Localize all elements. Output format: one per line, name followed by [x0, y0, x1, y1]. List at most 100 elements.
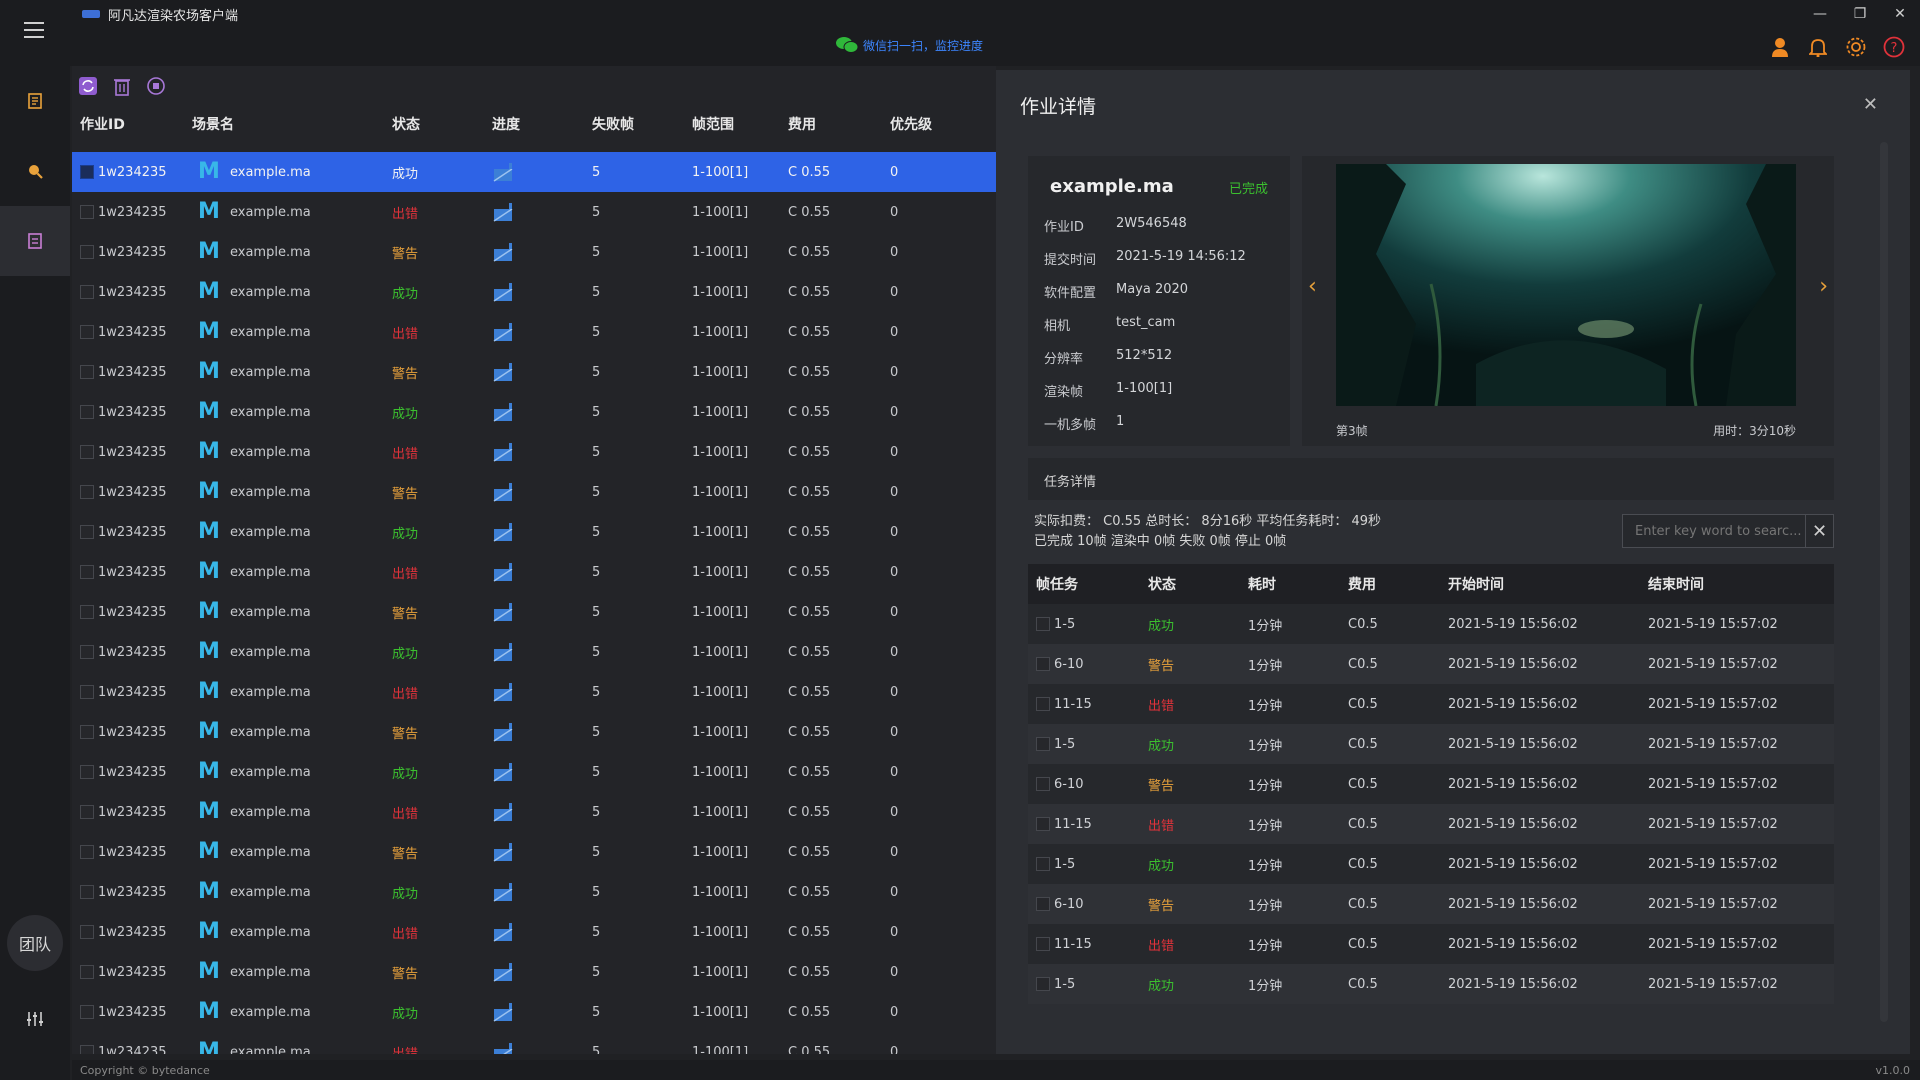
table-row[interactable]: 1w234235 Mexample.ma 成功 5 1-100[1] C 0.55 0 — [72, 272, 996, 312]
row-checkbox[interactable] — [80, 925, 94, 939]
task-checkbox[interactable] — [1036, 737, 1050, 751]
minimize-icon[interactable]: — — [1800, 0, 1840, 28]
task-checkbox[interactable] — [1036, 817, 1050, 831]
task-row[interactable]: 1-5 成功 1分钟 C0.5 2021-5-19 15:56:02 2021-5-19 … — [1028, 844, 1834, 884]
task-checkbox[interactable] — [1036, 697, 1050, 711]
row-checkbox[interactable] — [80, 165, 94, 179]
col-scene[interactable]: 场景名 — [192, 114, 392, 134]
row-checkbox[interactable] — [80, 485, 94, 499]
col-cost[interactable]: 费用 — [788, 114, 890, 134]
table-row[interactable]: 1w234235 Mexample.ma 警告 5 1-100[1] C 0.55 0 — [72, 592, 996, 632]
row-checkbox[interactable] — [80, 285, 94, 299]
table-row[interactable]: 1w234235 Mexample.ma 成功 5 1-100[1] C 0.55 0 — [72, 992, 996, 1032]
row-checkbox[interactable] — [80, 685, 94, 699]
table-row[interactable]: 1w234235 Mexample.ma 出错 5 1-100[1] C 0.55 0 — [72, 312, 996, 352]
col-status[interactable]: 状态 — [392, 114, 492, 134]
task-row[interactable]: 1-5 成功 1分钟 C0.5 2021-5-19 15:56:02 2021-5-19 … — [1028, 964, 1834, 1004]
sidebar-item-jobs[interactable] — [0, 66, 70, 136]
table-row[interactable]: 1w234235 Mexample.ma 出错 5 1-100[1] C 0.55 0 — [72, 912, 996, 952]
col-end-time[interactable]: 结束时间 — [1648, 574, 1834, 594]
row-checkbox[interactable] — [80, 725, 94, 739]
col-task-cost[interactable]: 费用 — [1348, 574, 1448, 594]
col-progress[interactable]: 进度 — [492, 114, 592, 134]
row-checkbox[interactable] — [80, 205, 94, 219]
bell-icon[interactable] — [1804, 33, 1832, 61]
row-checkbox[interactable] — [80, 1005, 94, 1019]
col-failed[interactable]: 失败帧 — [592, 114, 692, 134]
task-checkbox[interactable] — [1036, 657, 1050, 671]
task-checkbox[interactable] — [1036, 617, 1050, 631]
table-row[interactable]: 1w234235 Mexample.ma 出错 5 1-100[1] C 0.55 0 — [72, 192, 996, 232]
task-row[interactable]: 1-5 成功 1分钟 C0.5 2021-5-19 15:56:02 2021-5-19 … — [1028, 604, 1834, 644]
row-checkbox[interactable] — [80, 885, 94, 899]
next-frame-icon[interactable]: › — [1819, 274, 1828, 299]
sidebar-item-search[interactable] — [0, 136, 70, 206]
prev-frame-icon[interactable]: ‹ — [1308, 274, 1317, 299]
task-checkbox[interactable] — [1036, 777, 1050, 791]
task-checkbox[interactable] — [1036, 977, 1050, 991]
row-checkbox[interactable] — [80, 805, 94, 819]
task-row[interactable]: 6-10 警告 1分钟 C0.5 2021-5-19 15:56:02 2021-5-19… — [1028, 764, 1834, 804]
hamburger-menu-icon[interactable] — [24, 22, 44, 43]
table-row[interactable]: 1w234235 Mexample.ma 出错 5 1-100[1] C 0.55 0 — [72, 1032, 996, 1054]
user-icon[interactable] — [1766, 33, 1794, 61]
row-checkbox[interactable] — [80, 765, 94, 779]
col-range[interactable]: 帧范围 — [692, 114, 788, 134]
table-row[interactable]: 1w234235 Mexample.ma 出错 5 1-100[1] C 0.55 0 — [72, 552, 996, 592]
task-row[interactable]: 6-10 警告 1分钟 C0.5 2021-5-19 15:56:02 2021-5-19… — [1028, 644, 1834, 684]
task-row[interactable]: 6-10 警告 1分钟 C0.5 2021-5-19 15:56:02 2021-5-19… — [1028, 884, 1834, 924]
table-row[interactable]: 1w234235 Mexample.ma 警告 5 1-100[1] C 0.55 0 — [72, 832, 996, 872]
sidebar-item-list[interactable] — [0, 206, 70, 276]
detail-scrollbar[interactable] — [1880, 142, 1888, 1022]
row-checkbox[interactable] — [80, 605, 94, 619]
col-task-status[interactable]: 状态 — [1148, 574, 1248, 594]
row-checkbox[interactable] — [80, 445, 94, 459]
close-icon[interactable]: ✕ — [1863, 94, 1878, 115]
table-row[interactable]: 1w234235 Mexample.ma 警告 5 1-100[1] C 0.55 0 — [72, 472, 996, 512]
row-checkbox[interactable] — [80, 645, 94, 659]
row-checkbox[interactable] — [80, 525, 94, 539]
tab-task-details[interactable]: 任务详情 — [1028, 458, 1834, 500]
row-checkbox[interactable] — [80, 845, 94, 859]
table-row[interactable]: 1w234235 Mexample.ma 警告 5 1-100[1] C 0.55 0 — [72, 712, 996, 752]
gear-icon[interactable] — [1842, 33, 1870, 61]
restore-icon[interactable]: ❐ — [1840, 0, 1880, 28]
table-row[interactable]: 1w234235 Mexample.ma 警告 5 1-100[1] C 0.55 0 — [72, 952, 996, 992]
table-row[interactable]: 1w234235 Mexample.ma 成功 5 1-100[1] C 0.55 0 — [72, 392, 996, 432]
task-row[interactable]: 11-15 出错 1分钟 C0.5 2021-5-19 15:56:02 2021-5-1… — [1028, 804, 1834, 844]
table-row[interactable]: 1w234235 Mexample.ma 成功 5 1-100[1] C 0.55 0 — [72, 152, 996, 192]
task-checkbox[interactable] — [1036, 857, 1050, 871]
row-checkbox[interactable] — [80, 325, 94, 339]
stop-button[interactable] — [144, 74, 168, 98]
task-row[interactable]: 1-5 成功 1分钟 C0.5 2021-5-19 15:56:02 2021-5-19 … — [1028, 724, 1834, 764]
task-checkbox[interactable] — [1036, 897, 1050, 911]
col-job-id[interactable]: 作业ID — [72, 114, 192, 134]
row-checkbox[interactable] — [80, 1045, 94, 1054]
col-duration[interactable]: 耗时 — [1248, 574, 1348, 594]
table-row[interactable]: 1w234235 Mexample.ma 成功 5 1-100[1] C 0.55 0 — [72, 872, 996, 912]
table-row[interactable]: 1w234235 Mexample.ma 出错 5 1-100[1] C 0.55 0 — [72, 792, 996, 832]
settings-sliders-icon[interactable] — [25, 1010, 45, 1032]
table-row[interactable]: 1w234235 Mexample.ma 成功 5 1-100[1] C 0.55 0 — [72, 512, 996, 552]
refresh-button[interactable] — [76, 74, 100, 98]
col-start-time[interactable]: 开始时间 — [1448, 574, 1648, 594]
help-icon[interactable]: ? — [1880, 33, 1908, 61]
table-row[interactable]: 1w234235 Mexample.ma 警告 5 1-100[1] C 0.55 0 — [72, 232, 996, 272]
col-priority[interactable]: 优先级 — [890, 114, 990, 134]
table-row[interactable]: 1w234235 Mexample.ma 成功 5 1-100[1] C 0.55 0 — [72, 752, 996, 792]
task-row[interactable]: 11-15 出错 1分钟 C0.5 2021-5-19 15:56:02 2021-5-1… — [1028, 924, 1834, 964]
row-checkbox[interactable] — [80, 405, 94, 419]
task-checkbox[interactable] — [1036, 937, 1050, 951]
search-input[interactable] — [1623, 523, 1805, 539]
wechat-scan-link[interactable]: 微信扫一扫，监控进度 — [835, 36, 983, 54]
row-checkbox[interactable] — [80, 965, 94, 979]
clear-search-icon[interactable]: ✕ — [1805, 515, 1833, 547]
table-row[interactable]: 1w234235 Mexample.ma 成功 5 1-100[1] C 0.55 0 — [72, 632, 996, 672]
col-frame-task[interactable]: 帧任务 — [1028, 574, 1148, 594]
team-button[interactable]: 团队 — [7, 915, 63, 971]
close-window-icon[interactable]: ✕ — [1880, 0, 1920, 28]
row-checkbox[interactable] — [80, 365, 94, 379]
task-row[interactable]: 11-15 出错 1分钟 C0.5 2021-5-19 15:56:02 2021-5-1… — [1028, 684, 1834, 724]
delete-button[interactable] — [110, 74, 134, 98]
table-row[interactable]: 1w234235 Mexample.ma 出错 5 1-100[1] C 0.55 0 — [72, 432, 996, 472]
